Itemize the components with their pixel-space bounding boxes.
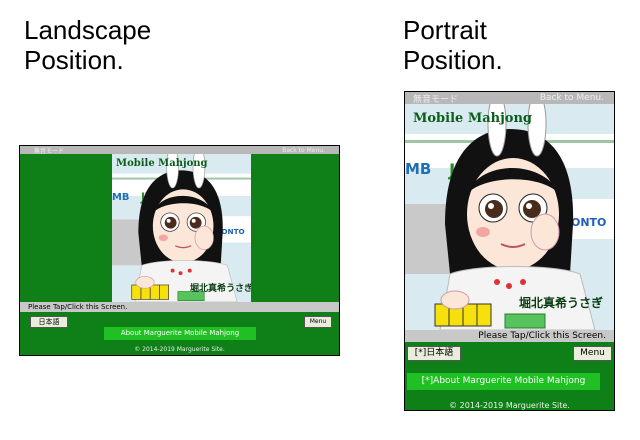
landscape-heading-line-1: Landscape [24,15,152,45]
portrait-heading: Portrait Position. [403,15,503,75]
portrait-screen: 無音モード Back to Menu. MB JV# ONTO [404,91,615,411]
japanese-language-button[interactable]: 日本語 [30,316,68,328]
svg-text:ONTO: ONTO [221,227,244,236]
silent-mode-link[interactable]: 無音モード [413,92,458,105]
bunny-girl-illustration: MB JV# ONTO [112,154,251,302]
landscape-heading-line-2: Position. [24,45,124,75]
back-to-menu-link[interactable]: Back to Menu. [282,147,325,154]
silent-mode-link[interactable]: 無音モード [34,146,64,155]
portrait-title-artwork[interactable]: MB JV# ONTO [405,104,614,330]
menu-button[interactable]: Menu [573,346,612,361]
portrait-heading-line-2: Position. [403,45,503,75]
about-link[interactable]: [*]About Marguerite Mobile Mahjong [407,373,600,390]
portrait-heading-line-1: Portrait [403,15,487,45]
svg-text:MB: MB [405,160,431,178]
portrait-top-bar: 無音モード Back to Menu. [405,92,614,105]
back-to-menu-link[interactable]: Back to Menu. [540,93,604,103]
mobile-mahjong-title: Mobile Mahjong [116,158,208,169]
tap-prompt-bar[interactable]: Please Tap/Click this Screen. [405,330,614,342]
character-name-label: 堀北真希うさぎ [519,296,604,310]
about-link[interactable]: About Marguerite Mobile Mahjong [104,327,256,340]
landscape-top-bar: 無音モード Back to Menu. [20,146,339,155]
mobile-mahjong-title: Mobile Mahjong [413,111,533,126]
copyright-text: © 2014-2019 Marguerite Site. [134,346,225,353]
svg-text:ONTO: ONTO [571,216,606,229]
landscape-heading: Landscape Position. [24,15,151,75]
landscape-screen: 無音モード Back to Menu. MB JV# ONTO [19,145,340,356]
japanese-language-button[interactable]: [*]日本語 [407,346,461,361]
svg-text:MB: MB [112,192,129,203]
tap-prompt-bar[interactable]: Please Tap/Click this Screen. [20,302,339,312]
landscape-title-artwork[interactable]: MB JV# ONTO [112,154,251,302]
character-name-label: 堀北真希うさぎ [190,284,251,294]
menu-button[interactable]: Menu [304,316,332,328]
copyright-text: © 2014-2019 Marguerite Site. [449,401,570,410]
